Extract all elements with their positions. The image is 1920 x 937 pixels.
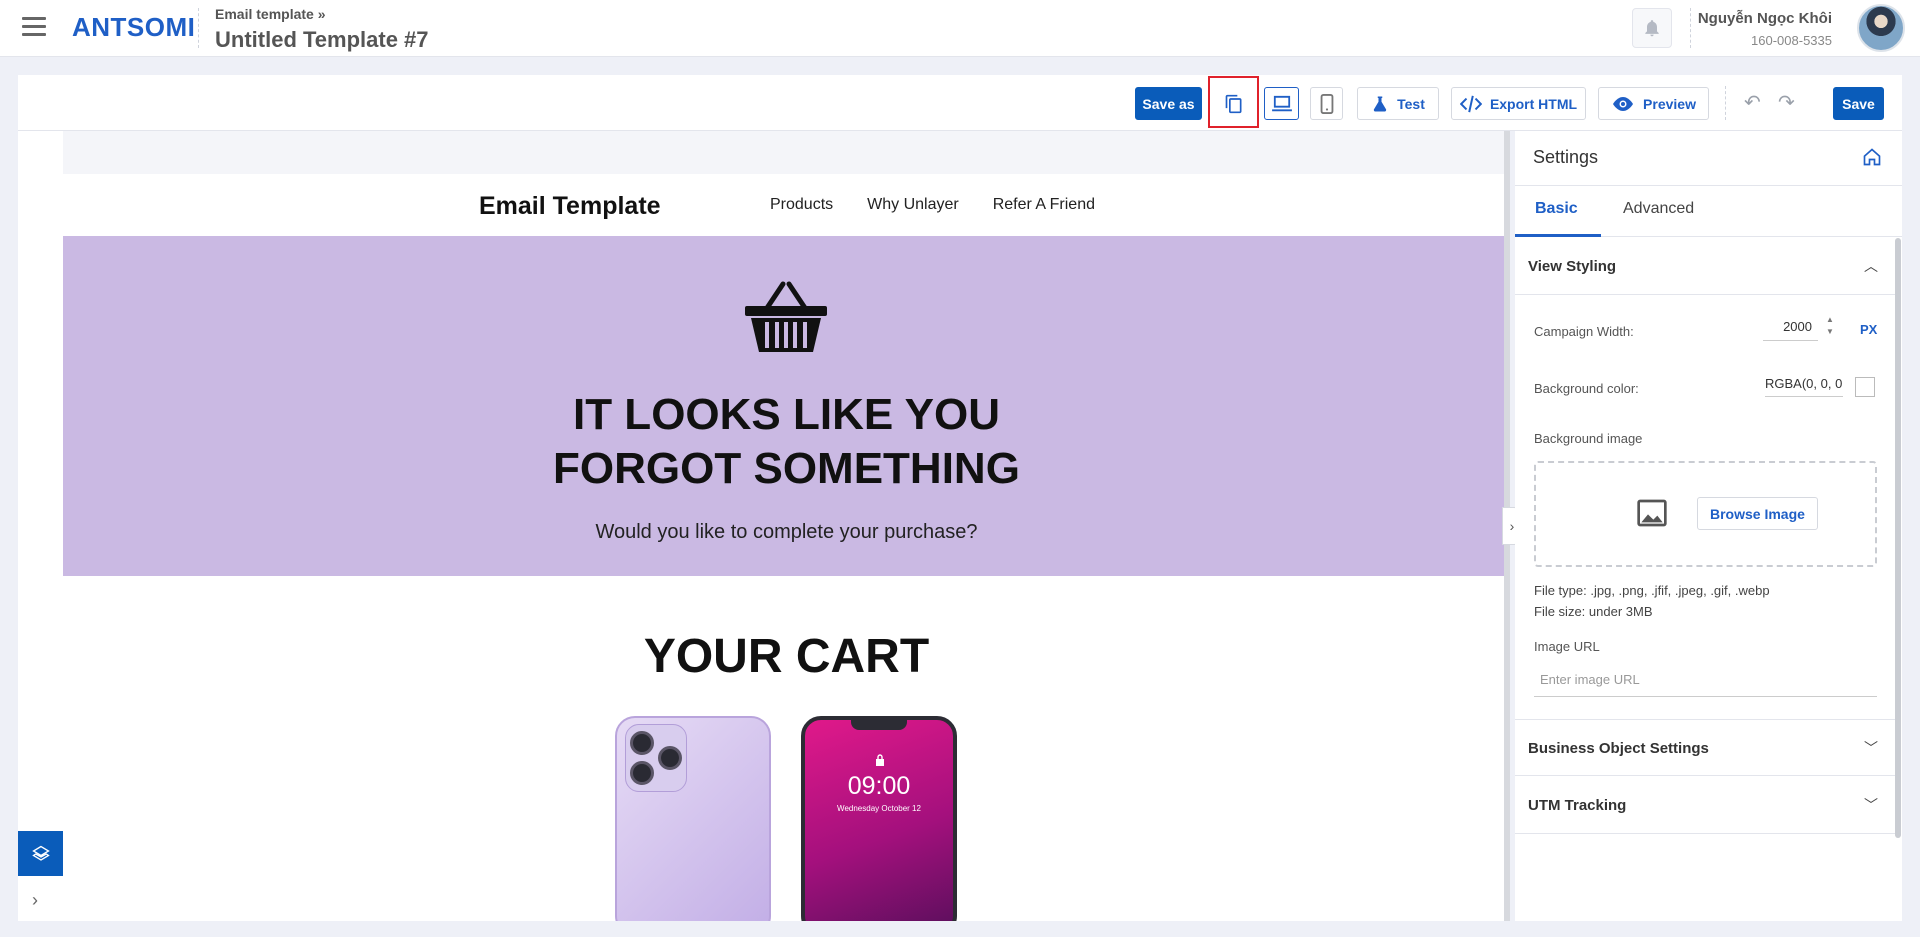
mobile-view-button[interactable] (1310, 87, 1343, 120)
layers-icon (31, 845, 50, 861)
campaign-width-label: Campaign Width: (1534, 324, 1634, 339)
preview-button[interactable]: Preview (1598, 87, 1709, 120)
user-name: Nguyễn Ngọc Khôi (1697, 10, 1832, 27)
tab-advanced[interactable]: Advanced (1623, 200, 1694, 218)
camera-module (625, 724, 687, 792)
hero-section[interactable]: IT LOOKS LIKE YOU FORGOT SOMETHING Would… (63, 236, 1510, 576)
width-stepper[interactable]: ▲ ▼ (1826, 314, 1834, 338)
view-styling-section[interactable]: View Styling ︿ (1515, 238, 1896, 295)
chevron-up-icon: ︿ (1864, 258, 1878, 274)
chevron-down-icon: ﹀ (1864, 797, 1878, 813)
width-unit[interactable]: PX (1860, 322, 1877, 337)
settings-panel: Settings Basic Advanced View Styling ︿ C… (1515, 131, 1902, 921)
cart-title: YOUR CART (643, 630, 930, 683)
avatar[interactable] (1857, 4, 1905, 52)
lock-date: Wednesday October 12 (837, 804, 921, 813)
settings-tabs: Basic Advanced (1515, 185, 1902, 237)
background-image-label: Background image (1534, 431, 1643, 446)
left-rail (18, 131, 63, 921)
header-divider (1690, 8, 1691, 48)
tab-basic[interactable]: Basic (1535, 200, 1578, 218)
antsomi-logo[interactable]: ANTSOMI (72, 12, 195, 43)
save-as-button[interactable]: Save as (1135, 87, 1202, 120)
flask-icon (1373, 96, 1387, 111)
lock-icon (876, 754, 884, 766)
image-url-label: Image URL (1534, 639, 1600, 654)
email-nav-links: Products Why Unlayer Refer A Friend (770, 196, 1095, 214)
hero-subtitle: Would you like to complete your purchase… (595, 521, 978, 543)
toolbar-divider (1725, 86, 1726, 120)
export-html-button[interactable]: Export HTML (1451, 87, 1586, 120)
lock-time: 09:00 (847, 772, 911, 800)
desktop-view-button[interactable] (1264, 87, 1299, 120)
phone-front-image: 09:00 Wednesday October 12 (801, 716, 957, 921)
eye-icon (1613, 96, 1634, 111)
image-url-input[interactable] (1534, 663, 1877, 697)
hero-title: IT LOOKS LIKE YOU FORGOT SOMETHING (553, 390, 1020, 493)
color-swatch[interactable] (1855, 377, 1875, 397)
code-icon (1459, 95, 1482, 112)
mobile-icon (1320, 93, 1333, 114)
breadcrumb[interactable]: Email template » (215, 6, 326, 22)
copy-button[interactable] (1217, 87, 1250, 120)
undo-icon[interactable]: ↶ (1744, 90, 1761, 115)
chevron-down-icon: ﹀ (1864, 740, 1878, 756)
chevron-right-icon[interactable]: › (32, 890, 38, 911)
file-size-info: File size: under 3MB (1534, 604, 1653, 619)
copy-icon (1225, 94, 1241, 113)
app-header: ANTSOMI Email template » Untitled Templa… (0, 0, 1920, 57)
background-color-label: Background color: (1534, 381, 1639, 396)
utm-tracking-section[interactable]: UTM Tracking ﹀ (1515, 777, 1896, 834)
tab-underline (1515, 234, 1601, 237)
phone-back-image (615, 716, 771, 921)
test-button[interactable]: Test (1357, 87, 1439, 120)
email-nav-link[interactable]: Refer A Friend (993, 196, 1095, 214)
camera-lens (630, 761, 654, 785)
page-title[interactable]: Untitled Template #7 (215, 27, 429, 53)
settings-title: Settings (1533, 147, 1599, 167)
email-nav-link[interactable]: Why Unlayer (867, 196, 959, 214)
laptop-icon (1271, 95, 1292, 111)
home-icon[interactable] (1862, 147, 1882, 167)
image-dropzone[interactable]: Browse Image (1534, 461, 1877, 567)
campaign-width-input[interactable]: 2000 (1763, 313, 1818, 341)
basket-icon (745, 281, 827, 352)
background-color-input[interactable]: RGBA(0, 0, 0 (1765, 369, 1843, 397)
settings-scrollbar[interactable] (1895, 238, 1901, 838)
layers-button[interactable] (18, 831, 63, 876)
redo-icon[interactable]: ↷ (1778, 90, 1795, 115)
email-canvas[interactable]: Email Template Products Why Unlayer Refe… (63, 131, 1510, 921)
header-divider (198, 8, 199, 48)
save-button[interactable]: Save (1833, 87, 1884, 120)
camera-lens (630, 731, 654, 755)
business-object-settings-section[interactable]: Business Object Settings ﹀ (1515, 719, 1896, 776)
email-nav-link[interactable]: Products (770, 196, 833, 214)
phone-notch (851, 720, 907, 730)
cart-section[interactable]: YOUR CART 09:00 Wednesday October 12 (63, 576, 1510, 921)
file-type-info: File type: .jpg, .png, .jfif, .jpeg, .gi… (1534, 583, 1770, 598)
image-icon (1637, 499, 1667, 527)
user-phone: 160-008-5335 (1751, 33, 1832, 48)
hamburger-menu-icon[interactable] (22, 17, 46, 37)
camera-lens (658, 746, 682, 770)
browse-image-button[interactable]: Browse Image (1697, 497, 1818, 530)
email-header[interactable]: Email Template Products Why Unlayer Refe… (63, 174, 1510, 236)
notification-bell-icon[interactable] (1632, 8, 1672, 48)
email-brand: Email Template (479, 192, 661, 220)
